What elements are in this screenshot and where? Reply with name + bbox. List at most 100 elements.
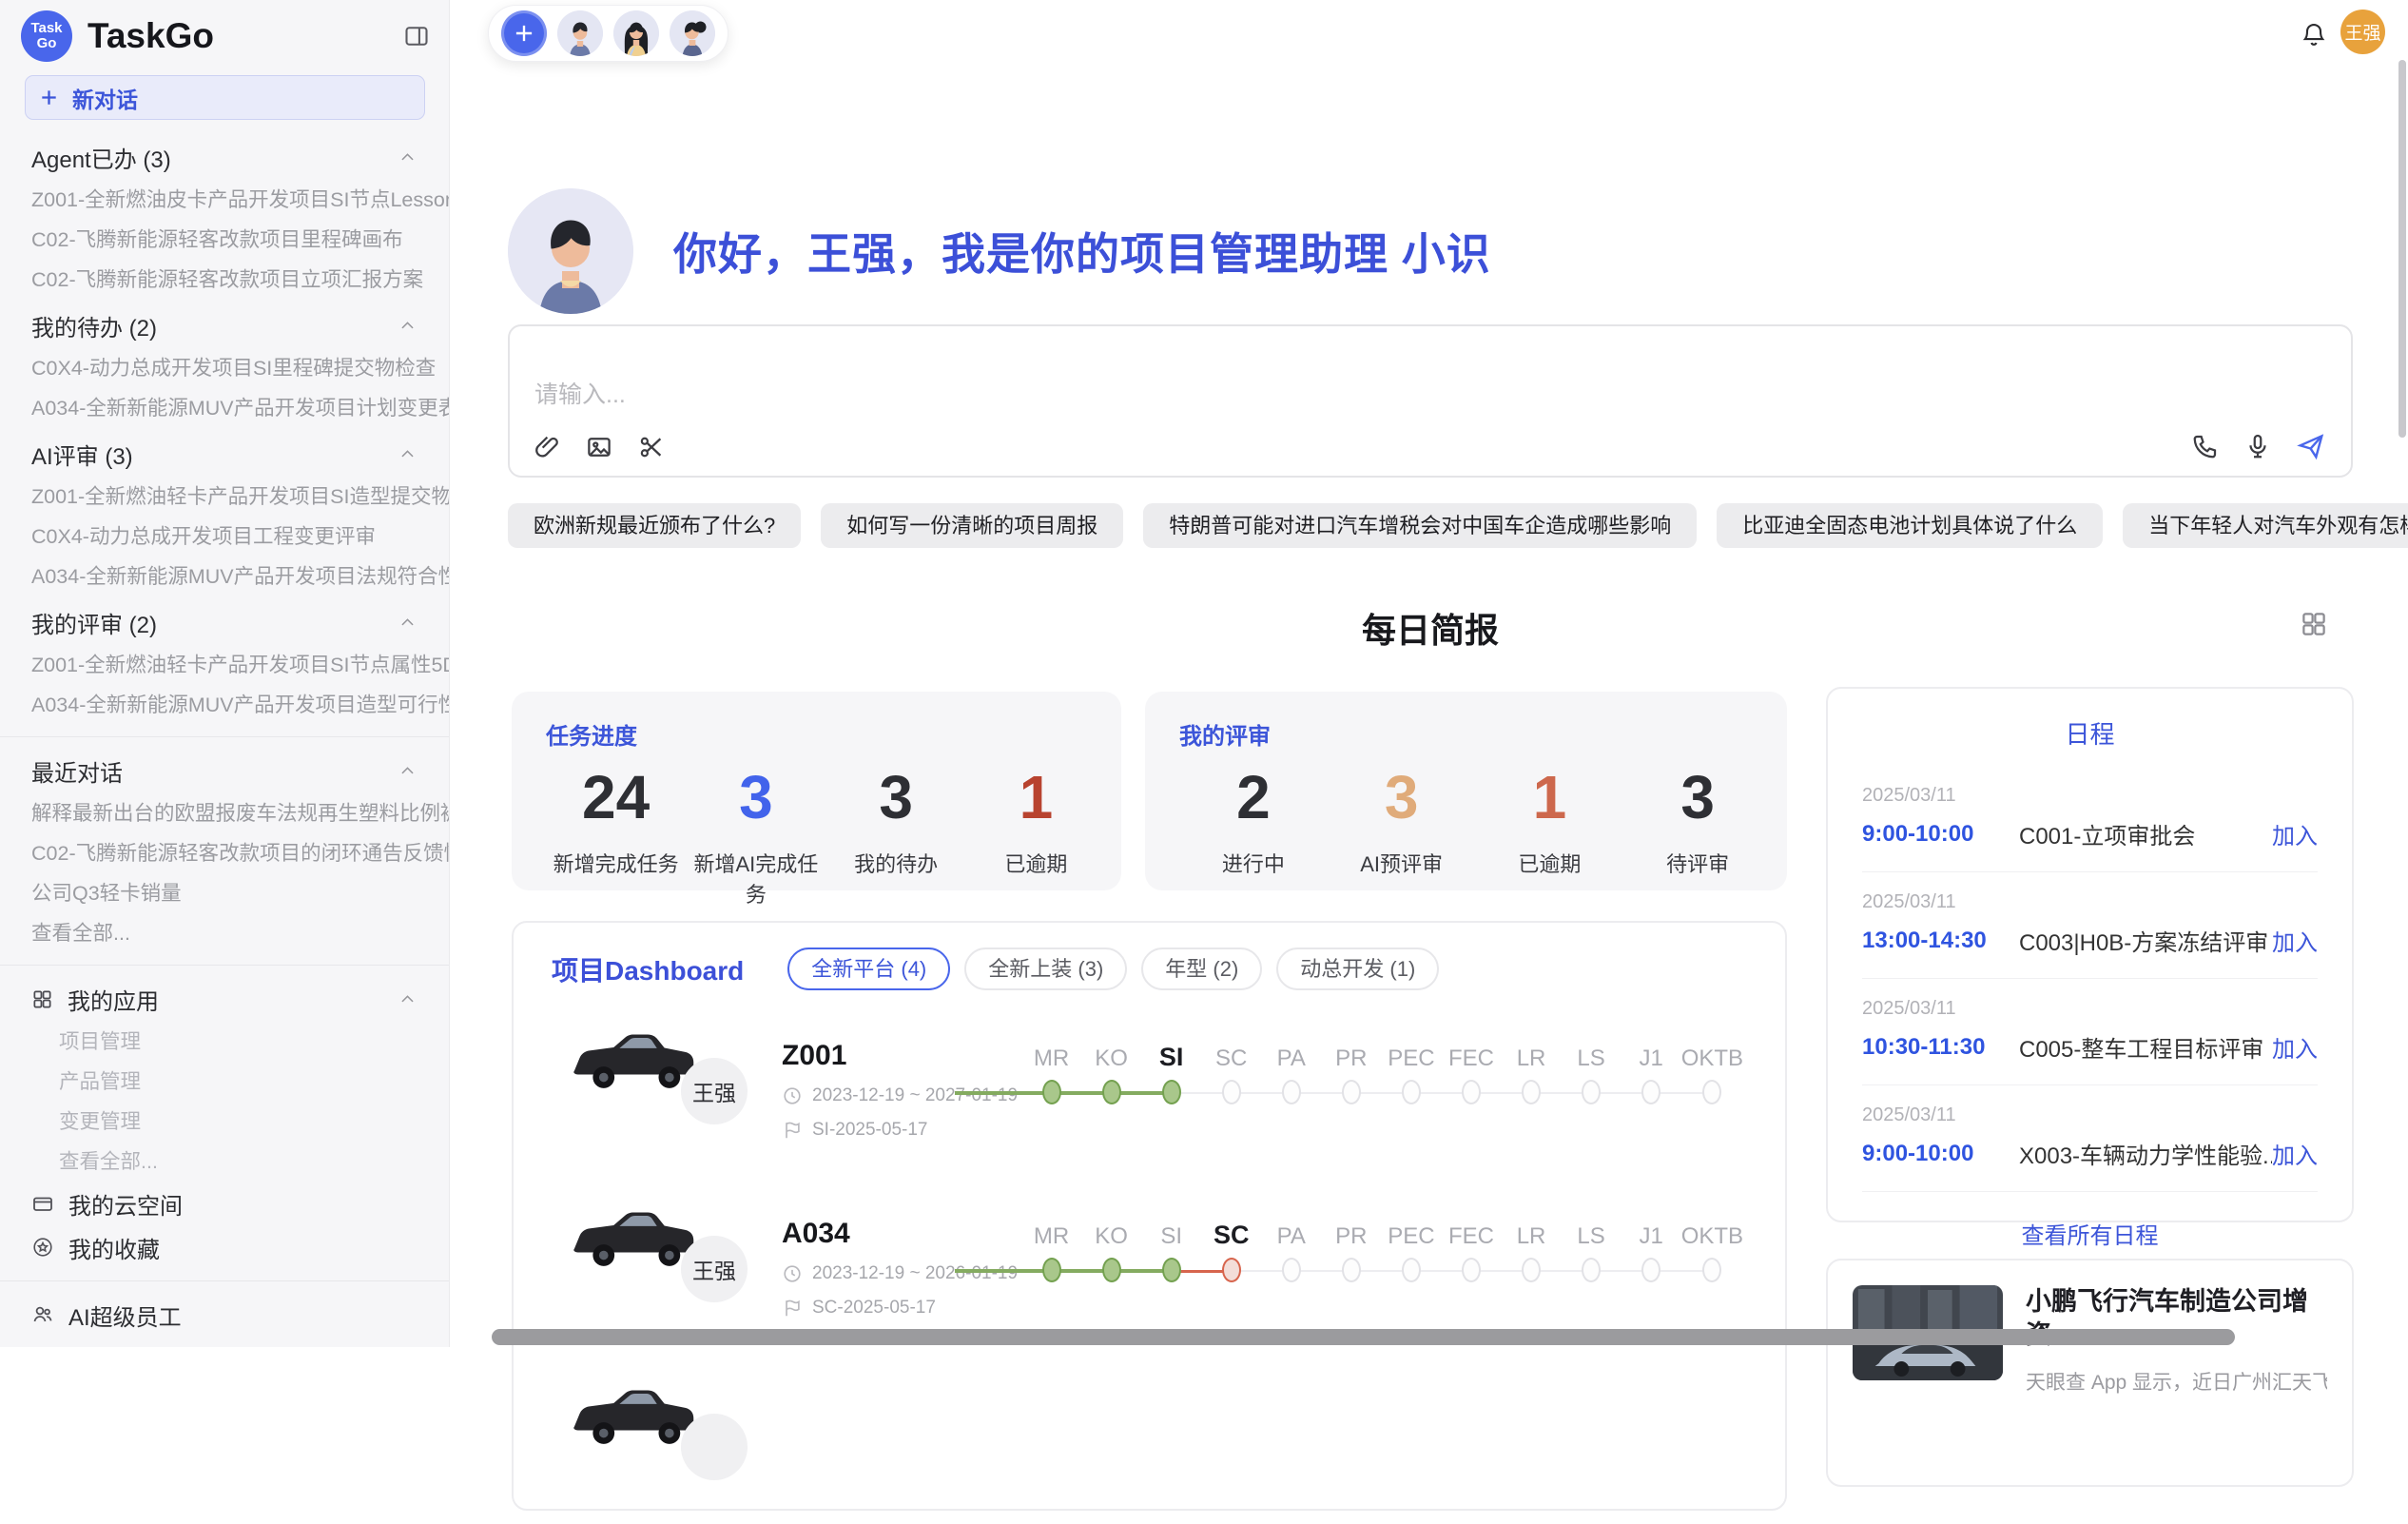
- view-all-schedule-link[interactable]: 查看所有日程: [1862, 1217, 2318, 1250]
- section-title: 我的应用: [68, 983, 159, 1016]
- milestone-dot: [1222, 1258, 1241, 1282]
- milestone-KO: KO: [1081, 1030, 1141, 1137]
- chevron-up-icon[interactable]: [398, 445, 417, 463]
- section-title: 最近对话: [31, 754, 123, 788]
- layout-grid-icon[interactable]: [2300, 610, 2328, 638]
- join-link[interactable]: 加入: [2272, 1137, 2318, 1170]
- join-link[interactable]: 加入: [2272, 924, 2318, 957]
- sidebar-app-item[interactable]: 查看全部...: [0, 1142, 449, 1182]
- project-row[interactable]: 王强A0342023-12-19 ~ 2026-01-19SC-2025-05-…: [552, 1189, 1743, 1346]
- sidebar-item[interactable]: Z001-全新燃油轻卡产品开发项目SI节点属性5D文件评审: [0, 645, 449, 685]
- event-date: 2025/03/11: [1862, 1104, 2318, 1126]
- chat-input[interactable]: [534, 381, 1866, 409]
- notification-bell-icon[interactable]: [2300, 20, 2328, 49]
- chevron-up-icon[interactable]: [398, 762, 417, 780]
- sidebar-item[interactable]: Z001-全新燃油皮卡产品开发项目SI节点Lesson Learn报告: [0, 180, 449, 220]
- sidebar-tool-AI超级员工[interactable]: AI超级员工: [0, 1293, 449, 1337]
- sidebar-item[interactable]: C02-飞腾新能源轻客改款项目里程碑画布: [0, 220, 449, 260]
- chevron-up-icon[interactable]: [398, 317, 417, 335]
- sidebar-item[interactable]: 查看全部...: [0, 913, 449, 953]
- suggestion-chip[interactable]: 如何写一份清晰的项目周报: [821, 503, 1123, 548]
- daily-card-title: 任务进度: [546, 717, 1106, 751]
- project-row[interactable]: 王强Z0012023-12-19 ~ 2027-01-19SI-2025-05-…: [552, 1011, 1743, 1168]
- dashboard-tab[interactable]: 动总开发 (1): [1276, 948, 1439, 990]
- image-icon[interactable]: [585, 433, 613, 461]
- stat-value: 2: [1179, 766, 1328, 829]
- sidebar-item[interactable]: A034-全新新能源MUV产品开发项目造型可行性评审: [0, 685, 449, 725]
- join-link[interactable]: 加入: [2272, 1030, 2318, 1064]
- sidebar-section-header[interactable]: 我的评审 (2): [0, 600, 449, 645]
- sidebar-item[interactable]: C0X4-动力总成开发项目工程变更评审: [0, 517, 449, 557]
- member-avatar-woman-bun[interactable]: [670, 10, 715, 56]
- sidebar-link-我的云空间[interactable]: 我的云空间: [0, 1182, 449, 1225]
- stat: 3新增AI完成任务: [686, 766, 825, 909]
- milestone-label: OKTB: [1681, 1030, 1743, 1072]
- milestone-FEC: FEC: [1441, 1208, 1501, 1315]
- project-row[interactable]: [552, 1367, 1743, 1524]
- sidebar-item[interactable]: C0X4-动力总成开发项目SI里程碑提交物检查: [0, 348, 449, 388]
- chevron-up-icon[interactable]: [398, 614, 417, 632]
- event-date: 2025/03/11: [1862, 785, 2318, 807]
- member-avatar-woman-long[interactable]: [613, 10, 659, 56]
- mic-icon[interactable]: [2243, 432, 2272, 460]
- vertical-scrollbar[interactable]: [2398, 60, 2406, 438]
- sidebar-section-header[interactable]: 我的待办 (2): [0, 303, 449, 348]
- milestone-label: SC: [1215, 1030, 1247, 1072]
- sidebar-item[interactable]: C02-飞腾新能源轻客改款项目的闭环通告反馈情况: [0, 833, 449, 873]
- send-icon[interactable]: [2296, 431, 2326, 461]
- chevron-up-icon[interactable]: [398, 990, 417, 1008]
- paperclip-icon[interactable]: [533, 433, 561, 461]
- phone-icon[interactable]: [2191, 432, 2220, 460]
- sidebar-item[interactable]: C02-飞腾新能源轻客改款项目立项汇报方案: [0, 260, 449, 300]
- milestone-dot: [1522, 1080, 1541, 1104]
- member-avatar-man[interactable]: [557, 10, 603, 56]
- milestone-label: J1: [1639, 1208, 1662, 1250]
- sidebar-item[interactable]: A034-全新新能源MUV产品开发项目法规符合性评审: [0, 557, 449, 596]
- dashboard-tab[interactable]: 全新平台 (4): [787, 948, 950, 990]
- sidebar-section-header[interactable]: 最近对话: [0, 749, 449, 793]
- sidebar-item[interactable]: Z001-全新燃油轻卡产品开发项目SI造型提交物评审: [0, 477, 449, 517]
- suggestion-chip[interactable]: 特朗普可能对进口汽车增税会对中国车企造成哪些影响: [1143, 503, 1697, 548]
- join-link[interactable]: 加入: [2272, 817, 2318, 850]
- dashboard-tab[interactable]: 年型 (2): [1141, 948, 1262, 990]
- scissors-icon[interactable]: [637, 433, 666, 461]
- app-name: TaskGo: [87, 16, 403, 56]
- chevron-up-icon[interactable]: [398, 148, 417, 166]
- horizontal-scrollbar[interactable]: [492, 1329, 2235, 1345]
- sidebar-item[interactable]: 解释最新出台的欧盟报废车法规再生塑料比例被调至15%...: [0, 793, 449, 833]
- sidebar-tool-帮我写作[interactable]: 帮我写作: [0, 1337, 449, 1347]
- new-chat-label: 新对话: [72, 82, 138, 114]
- milestone-dot: [1102, 1258, 1121, 1282]
- owner-avatar: [681, 1414, 748, 1480]
- user-avatar[interactable]: 王强: [2340, 10, 2385, 54]
- sidebar-section-header[interactable]: AI评审 (3): [0, 432, 449, 477]
- sidebar-app-item[interactable]: 变更管理: [0, 1102, 449, 1142]
- dashboard-tab[interactable]: 全新上装 (3): [964, 948, 1127, 990]
- news-card[interactable]: 小鹏飞行汽车制造公司增资 天眼查 App 显示，近日广州汇天飞行汽...: [1826, 1259, 2354, 1487]
- date-range: 2023-12-19 ~ 2026-01-19: [812, 1263, 1018, 1284]
- project-dashboard-card: 项目Dashboard 全新平台 (4)全新上装 (3)年型 (2)动总开发 (…: [512, 921, 1787, 1511]
- sidebar-sections: Agent已办 (3)Z001-全新燃油皮卡产品开发项目SI节点Lesson L…: [0, 135, 449, 1347]
- milestone-label: PA: [1277, 1030, 1306, 1072]
- sidebar-section-header[interactable]: 我的应用: [0, 977, 449, 1022]
- sidebar-section-header[interactable]: Agent已办 (3): [0, 135, 449, 180]
- milestone-timeline: MRKOSISCPAPRPECFECLRLSJ1OKTB: [1021, 1208, 1743, 1315]
- sidebar-item[interactable]: A034-全新新能源MUV产品开发项目计划变更表编写: [0, 388, 449, 428]
- sidebar-app-item[interactable]: 项目管理: [0, 1022, 449, 1062]
- chat-input-card: [508, 324, 2353, 478]
- sidebar-link-我的收藏[interactable]: 我的收藏: [0, 1225, 449, 1269]
- dashboard-rows: 王强Z0012023-12-19 ~ 2027-01-19SI-2025-05-…: [552, 1011, 1743, 1524]
- schedule-event: 2025/03/11 9:00-10:00X003-车辆动力学性能验...加入: [1862, 1085, 2318, 1192]
- sidebar-item[interactable]: 公司Q3轻卡销量: [0, 873, 449, 913]
- milestone-label: PR: [1335, 1208, 1367, 1250]
- suggestion-chip[interactable]: 欧洲新规最近颁布了什么?: [508, 503, 801, 548]
- suggestion-chip[interactable]: 当下年轻人对汽车外观有怎样的喜好趋势: [2123, 503, 2408, 548]
- suggestion-chip[interactable]: 比亚迪全固态电池计划具体说了什么: [1717, 503, 2103, 548]
- add-member-button[interactable]: [501, 10, 547, 56]
- sidebar-app-item[interactable]: 产品管理: [0, 1062, 449, 1102]
- project-visual: [552, 1370, 782, 1522]
- event-row: 9:00-10:00X003-车辆动力学性能验...加入: [1862, 1137, 2318, 1170]
- stat-label: 已逾期: [1476, 848, 1624, 878]
- new-chat-button[interactable]: 新对话: [25, 75, 425, 120]
- collapse-sidebar-icon[interactable]: [403, 23, 430, 49]
